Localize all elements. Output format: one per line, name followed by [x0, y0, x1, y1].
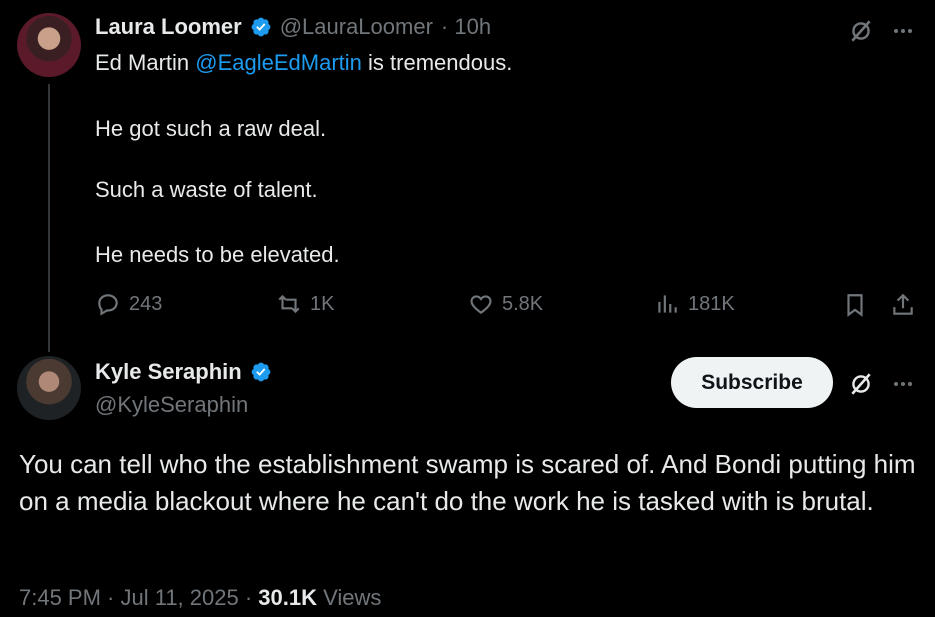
verified-badge-icon [251, 362, 271, 382]
repost-icon [278, 294, 300, 314]
grok-icon[interactable] [846, 369, 876, 399]
views-action[interactable]: 181K [654, 291, 735, 317]
reply-author-handle[interactable]: @KyleSeraphin [95, 392, 248, 418]
reply-view-count: 30.1K [258, 585, 318, 610]
parent-header: Laura Loomer @LauraLoomer · 10h [95, 14, 491, 40]
reply-icon [98, 294, 118, 316]
verified-badge-icon [251, 17, 271, 37]
parent-author-handle[interactable]: @LauraLoomer [280, 14, 433, 40]
repost-count: 1K [310, 292, 335, 315]
parent-text-line-1: Ed Martin @EagleEdMartin is tremendous. [95, 50, 513, 75]
avatar-laura-loomer[interactable] [17, 13, 81, 77]
parent-text-line-3: Such a waste of talent. [95, 177, 318, 202]
reply-action[interactable]: 243 [95, 291, 162, 317]
analytics-icon [658, 295, 677, 313]
more-options-icon[interactable] [888, 369, 918, 399]
like-action[interactable]: 5.8K [468, 291, 543, 317]
reply-meta: 7:45 PM · Jul 11, 2025 · 30.1K Views [19, 585, 381, 611]
views-count: 181K [688, 292, 735, 315]
grok-icon[interactable] [846, 16, 876, 46]
reply-count: 243 [129, 292, 163, 315]
like-count: 5.8K [502, 292, 544, 315]
reply-timestamp[interactable]: 7:45 PM · Jul 11, 2025 · [19, 585, 252, 610]
reply-text: You can tell who the establishment swamp… [19, 449, 916, 516]
parent-text-line-4: He needs to be elevated. [95, 242, 340, 267]
more-options-icon[interactable] [888, 16, 918, 46]
thread-connector-line [48, 84, 50, 352]
subscribe-button[interactable]: Subscribe [671, 357, 833, 408]
parent-author-name[interactable]: Laura Loomer [95, 14, 242, 40]
mention-link[interactable]: @EagleEdMartin [195, 50, 362, 75]
parent-timestamp[interactable]: · 10h [441, 14, 491, 40]
heart-icon [470, 295, 492, 314]
avatar-kyle-seraphin[interactable] [17, 356, 81, 420]
repost-action[interactable]: 1K [276, 291, 334, 317]
reply-author-name[interactable]: Kyle Seraphin [95, 359, 242, 385]
share-icon[interactable] [889, 291, 917, 319]
bookmark-icon[interactable] [841, 291, 869, 319]
reply-views-label: Views [323, 585, 382, 610]
parent-text-line-2: He got such a raw deal. [95, 116, 327, 141]
reply-header: Kyle Seraphin [95, 359, 272, 385]
